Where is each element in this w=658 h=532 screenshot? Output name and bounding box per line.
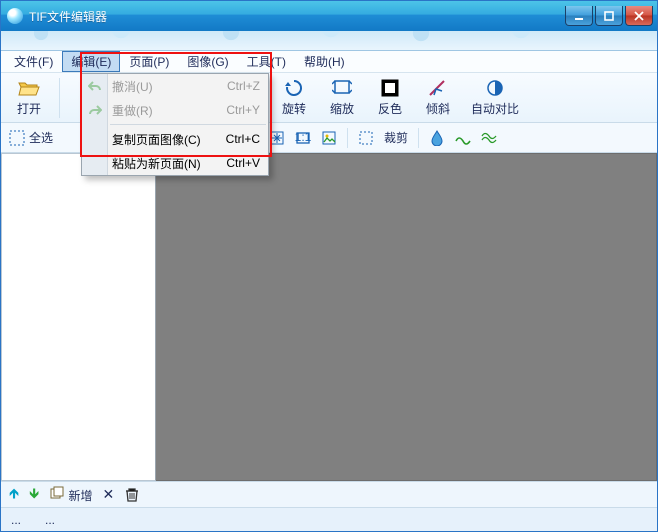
toolbar2-sep-1 bbox=[347, 128, 348, 148]
maximize-button[interactable] bbox=[595, 6, 623, 26]
undo-icon bbox=[87, 78, 103, 94]
toolbar2-sep-2 bbox=[418, 128, 419, 148]
menu-edit[interactable]: 编辑(E) bbox=[62, 51, 120, 72]
select-all-icon bbox=[9, 130, 25, 146]
zoom-button[interactable]: 缩放 bbox=[320, 76, 364, 120]
move-down-button[interactable]: 🡻 bbox=[29, 483, 39, 507]
menu-paste-as-new-page[interactable]: 粘贴为新页面(N) Ctrl+V bbox=[82, 151, 268, 175]
zoom-icon bbox=[331, 79, 353, 97]
ribbon-decoration bbox=[1, 31, 657, 51]
select-all-label: 全选 bbox=[29, 129, 53, 146]
minimize-button[interactable] bbox=[565, 6, 593, 26]
menu-image[interactable]: 图像(G) bbox=[178, 51, 237, 72]
window-title: TIF文件编辑器 bbox=[29, 8, 563, 25]
menu-file[interactable]: 文件(F) bbox=[5, 51, 62, 72]
dropdown-sep bbox=[110, 124, 266, 125]
one-to-one-icon[interactable]: 1:1 bbox=[295, 130, 311, 146]
wave-icon-1[interactable] bbox=[455, 130, 471, 146]
toolbar-sep bbox=[59, 78, 60, 118]
invert-icon bbox=[379, 79, 401, 97]
wave-icon-2[interactable] bbox=[481, 130, 497, 146]
rotate-label: 旋转 bbox=[282, 100, 306, 117]
marquee-icon[interactable] bbox=[358, 130, 374, 146]
droplet-icon[interactable] bbox=[429, 130, 445, 146]
redo-shortcut: Ctrl+Y bbox=[226, 103, 260, 117]
workspace bbox=[1, 153, 657, 481]
paste-as-new-page-shortcut: Ctrl+V bbox=[226, 156, 260, 170]
invert-label: 反色 bbox=[378, 100, 402, 117]
status-bar: 🡹 🡻 新增 ✕ bbox=[1, 481, 657, 507]
crop-label: 裁剪 bbox=[384, 129, 408, 146]
app-icon bbox=[7, 8, 23, 24]
trash-button[interactable] bbox=[124, 487, 140, 503]
copy-page-image-shortcut: Ctrl+C bbox=[226, 132, 260, 146]
invert-button[interactable]: 反色 bbox=[368, 76, 412, 120]
undo-label: 撤消(U) bbox=[112, 78, 153, 95]
add-button[interactable]: 新增 bbox=[49, 485, 92, 504]
thumbnail-panel[interactable] bbox=[1, 153, 156, 481]
edit-dropdown: 撤消(U) Ctrl+Z 重做(R) Ctrl+Y 复制页面图像(C) Ctrl… bbox=[81, 73, 269, 176]
close-button[interactable] bbox=[625, 6, 653, 26]
auto-contrast-label: 自动对比 bbox=[471, 100, 519, 117]
status-bar-2: ... ... bbox=[1, 507, 657, 531]
fit-image-icon[interactable] bbox=[321, 130, 337, 146]
skew-button[interactable]: 倾斜 bbox=[416, 76, 460, 120]
paste-as-new-page-label: 粘贴为新页面(N) bbox=[112, 155, 201, 172]
skew-label: 倾斜 bbox=[426, 100, 450, 117]
app-window: TIF文件编辑器 文件(F) 编辑(E) 页面(P) 图像(G) 工具(T) 帮… bbox=[0, 0, 658, 532]
canvas-area[interactable] bbox=[156, 153, 657, 481]
folder-open-icon bbox=[18, 79, 40, 97]
copy-stack-icon bbox=[49, 485, 65, 501]
select-all-button[interactable]: 全选 bbox=[9, 129, 53, 146]
skew-icon bbox=[427, 79, 449, 97]
delete-button[interactable]: ✕ bbox=[102, 486, 114, 503]
rotate-button[interactable]: 旋转 bbox=[272, 76, 316, 120]
menu-page[interactable]: 页面(P) bbox=[120, 51, 178, 72]
rotate-icon bbox=[283, 79, 305, 97]
menu-help[interactable]: 帮助(H) bbox=[295, 51, 354, 72]
move-up-button[interactable]: 🡹 bbox=[9, 483, 19, 507]
crop-button[interactable]: 裁剪 bbox=[384, 129, 408, 146]
add-label: 新增 bbox=[68, 489, 92, 503]
menu-tools[interactable]: 工具(T) bbox=[238, 51, 295, 72]
menu-redo: 重做(R) Ctrl+Y bbox=[82, 98, 268, 122]
svg-text:1:1: 1:1 bbox=[295, 130, 311, 144]
auto-contrast-icon bbox=[484, 79, 506, 97]
redo-icon bbox=[87, 102, 103, 118]
undo-shortcut: Ctrl+Z bbox=[227, 79, 260, 93]
title-bar: TIF文件编辑器 bbox=[1, 1, 657, 31]
fit-arrows-icon[interactable] bbox=[269, 130, 285, 146]
menu-undo: 撤消(U) Ctrl+Z bbox=[82, 74, 268, 98]
open-label: 打开 bbox=[17, 100, 41, 117]
status-ellipsis-1: ... bbox=[11, 513, 21, 527]
main-toolbar: 打开 旋转 缩放 反色 倾斜 bbox=[1, 73, 657, 123]
redo-label: 重做(R) bbox=[112, 102, 153, 119]
open-button[interactable]: 打开 bbox=[7, 76, 51, 120]
zoom-label: 缩放 bbox=[330, 100, 354, 117]
menu-copy-page-image[interactable]: 复制页面图像(C) Ctrl+C bbox=[82, 127, 268, 151]
auto-contrast-button[interactable]: 自动对比 bbox=[464, 76, 526, 120]
window-buttons bbox=[563, 6, 653, 26]
menu-bar: 文件(F) 编辑(E) 页面(P) 图像(G) 工具(T) 帮助(H) bbox=[1, 51, 657, 73]
copy-page-image-label: 复制页面图像(C) bbox=[112, 131, 201, 148]
status-ellipsis-2: ... bbox=[45, 513, 55, 527]
